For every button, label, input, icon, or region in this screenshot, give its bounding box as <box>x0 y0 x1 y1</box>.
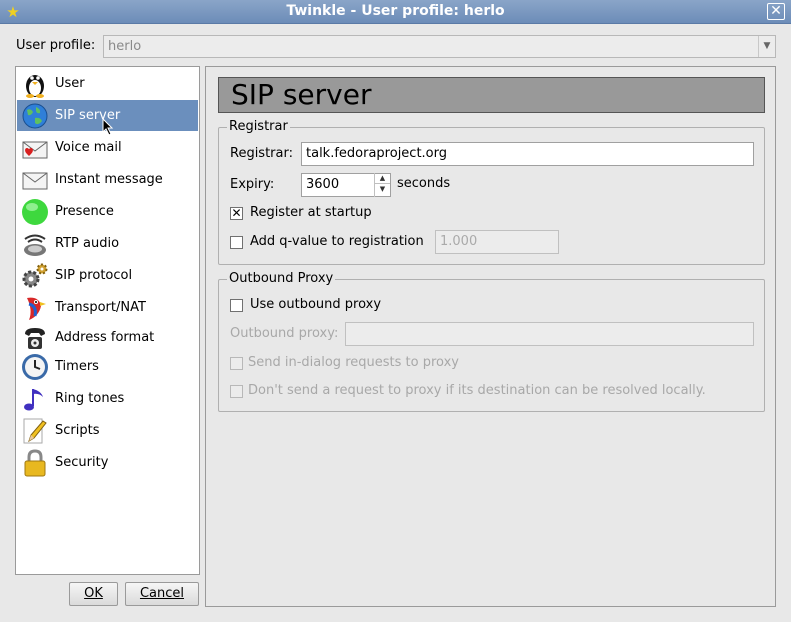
outbound-proxy-group-title: Outbound Proxy <box>227 271 336 286</box>
use-outbound-proxy-checkbox[interactable] <box>230 299 243 312</box>
expiry-spinbox[interactable]: 3600 ▲ ▼ <box>301 173 391 197</box>
send-in-dialog-checkbox[interactable] <box>230 357 243 370</box>
outbound-proxy-label: Outbound proxy: <box>230 326 339 341</box>
expiry-unit: seconds <box>397 176 451 191</box>
pencil-icon <box>23 418 47 444</box>
user-profile-label: User profile: <box>16 38 96 53</box>
green-ball-icon <box>22 199 48 225</box>
mouse-cursor-icon <box>102 118 114 136</box>
telephone-icon <box>25 328 45 349</box>
ok-button-label: OK <box>84 586 103 601</box>
dont-send-proxy-label[interactable]: Don't send a request to proxy if its des… <box>248 383 706 398</box>
category-label: Security <box>55 455 109 470</box>
category-label: Voice mail <box>55 140 122 155</box>
category-label: Scripts <box>55 423 100 438</box>
send-in-dialog-label[interactable]: Send in-dialog requests to proxy <box>248 355 459 370</box>
category-label: RTP audio <box>55 236 120 251</box>
register-at-startup-checkbox[interactable]: ✕ <box>230 207 243 220</box>
use-outbound-proxy-label[interactable]: Use outbound proxy <box>250 297 381 312</box>
category-item-sip-protocol[interactable]: SIP protocol <box>17 260 198 291</box>
category-item-presence[interactable]: Presence <box>17 196 198 227</box>
register-at-startup-label[interactable]: Register at startup <box>250 205 372 220</box>
category-label: Presence <box>55 204 114 219</box>
category-item-rtp-audio[interactable]: RTP audio <box>17 228 198 259</box>
settings-page: SIP server Registrar Registrar: talk.fed… <box>205 66 776 607</box>
outbound-proxy-group: Outbound Proxy Use outbound proxy Outbou… <box>218 272 765 412</box>
category-item-security[interactable]: Security <box>17 447 198 478</box>
expiry-spin-buttons[interactable]: ▲ ▼ <box>374 173 390 197</box>
music-note-icon <box>24 389 43 411</box>
chevron-down-icon[interactable]: ▼ <box>758 36 775 57</box>
category-item-address-format[interactable]: Address format <box>17 322 198 353</box>
category-item-instant-message[interactable]: Instant message <box>17 164 198 195</box>
window-title: Twinkle - User profile: herlo <box>286 3 505 19</box>
user-profile-value: herlo <box>108 39 142 54</box>
gears-icon <box>22 263 48 288</box>
category-item-scripts[interactable]: Scripts <box>17 415 198 446</box>
ok-button[interactable]: OK <box>69 582 118 606</box>
category-label: User <box>55 76 85 91</box>
registrar-input[interactable]: talk.fedoraproject.org <box>301 142 754 166</box>
add-qvalue-checkbox[interactable] <box>230 236 243 249</box>
category-item-timers[interactable]: Timers <box>17 351 198 382</box>
qvalue-input[interactable]: 1.000 <box>435 230 559 254</box>
category-item-ring-tones[interactable]: Ring tones <box>17 383 198 414</box>
category-list[interactable]: User SIP server Voice mail Instant messa… <box>15 66 200 575</box>
expiry-label: Expiry: <box>230 177 275 192</box>
title-bar: ★ Twinkle - User profile: herlo ✕ <box>0 0 791 24</box>
cancel-button[interactable]: Cancel <box>125 582 199 606</box>
category-label: Instant message <box>55 172 163 187</box>
category-label: Ring tones <box>55 391 125 406</box>
clock-icon <box>22 354 48 380</box>
category-label: Timers <box>55 359 99 374</box>
category-item-voice-mail[interactable]: Voice mail <box>17 132 198 163</box>
dont-send-proxy-checkbox[interactable] <box>230 385 243 398</box>
user-profile-combo[interactable]: herlo ▼ <box>103 35 776 58</box>
cancel-button-label: Cancel <box>139 586 185 601</box>
spin-up-icon[interactable]: ▲ <box>375 173 390 184</box>
globe-icon <box>22 103 48 129</box>
penguin-icon <box>26 75 44 98</box>
add-qvalue-label[interactable]: Add q-value to registration <box>250 234 424 249</box>
registrar-label: Registrar: <box>230 146 293 161</box>
registrar-group-title: Registrar <box>227 119 290 134</box>
expiry-value: 3600 <box>306 177 340 192</box>
parrot-icon <box>27 297 46 320</box>
envelope-heart-icon <box>22 141 48 159</box>
category-label: Address format <box>55 330 155 345</box>
envelope-icon <box>22 172 48 190</box>
category-label: SIP protocol <box>55 268 133 283</box>
padlock-icon <box>24 449 46 477</box>
page-title: SIP server <box>218 77 765 113</box>
spin-down-icon[interactable]: ▼ <box>375 184 390 195</box>
category-item-transport-nat[interactable]: Transport/NAT <box>17 292 198 323</box>
category-item-user[interactable]: User <box>17 68 198 99</box>
outbound-proxy-input[interactable] <box>345 322 754 346</box>
category-label: Transport/NAT <box>55 300 146 315</box>
close-button[interactable]: ✕ <box>767 3 785 20</box>
speaker-icon <box>24 234 46 256</box>
registrar-group: Registrar Registrar: talk.fedoraproject.… <box>218 120 765 265</box>
